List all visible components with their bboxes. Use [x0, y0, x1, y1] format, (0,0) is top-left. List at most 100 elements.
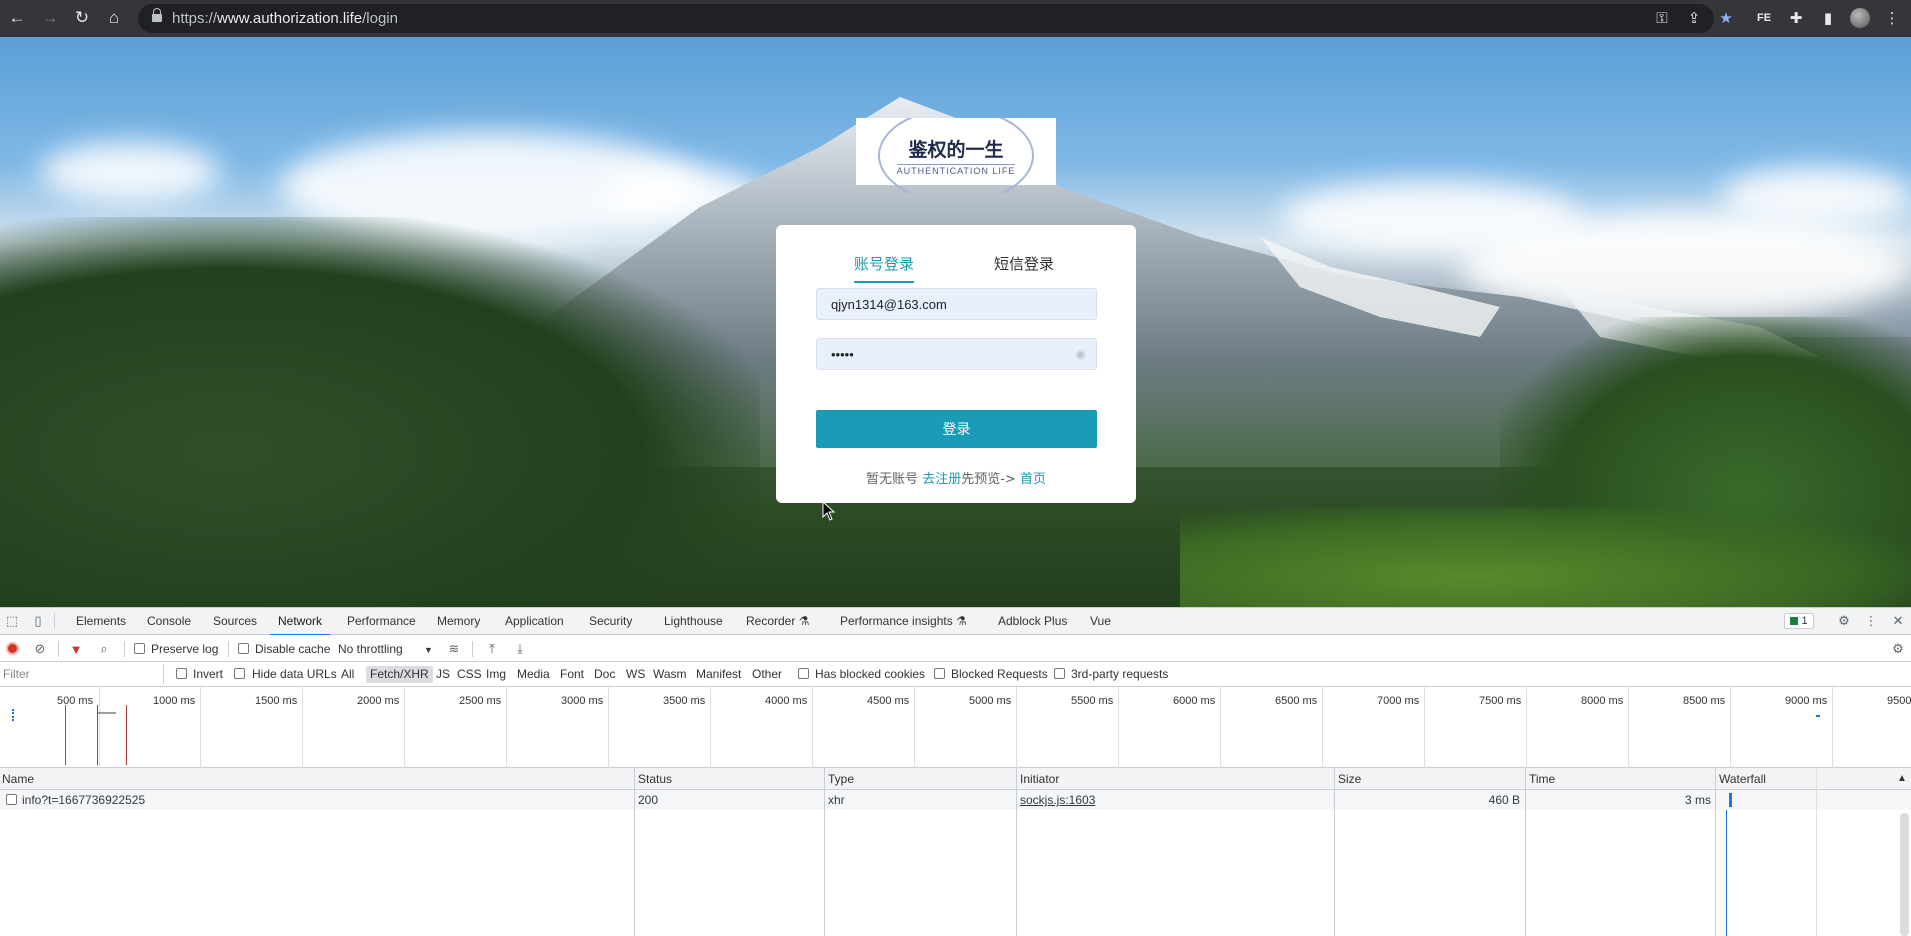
- col-name[interactable]: Name: [0, 768, 34, 790]
- share-icon[interactable]: ⇪: [1682, 6, 1706, 30]
- filter-type-doc[interactable]: Doc: [590, 666, 619, 683]
- col-status[interactable]: Status: [636, 768, 672, 790]
- blocked-requests-checkbox[interactable]: [934, 668, 945, 679]
- side-panel-icon[interactable]: ▮: [1816, 6, 1840, 30]
- key-icon[interactable]: ⚿: [1650, 6, 1674, 30]
- timeline-tick: 2000 ms: [357, 695, 400, 707]
- reload-icon[interactable]: ↻: [70, 6, 94, 30]
- filter-type-wasm[interactable]: Wasm: [649, 666, 691, 683]
- col-waterfall[interactable]: Waterfall: [1717, 768, 1766, 790]
- home-link[interactable]: 首页: [1020, 472, 1046, 487]
- tab-performance[interactable]: Performance: [347, 608, 416, 635]
- filter-input[interactable]: Filter: [0, 664, 164, 684]
- devtools-menu-icon[interactable]: ⋮: [1863, 613, 1879, 629]
- close-devtools-icon[interactable]: ✕: [1890, 613, 1906, 629]
- menu-kebab-icon[interactable]: ⋮: [1880, 6, 1904, 30]
- tab-account-login[interactable]: 账号登录: [854, 253, 915, 283]
- back-arrow-icon[interactable]: ←: [5, 6, 29, 30]
- filter-type-css[interactable]: CSS: [453, 666, 486, 683]
- password-input[interactable]: ••••• ◉: [816, 338, 1097, 370]
- filter-type-img[interactable]: Img: [482, 666, 510, 683]
- third-party-checkbox[interactable]: [1054, 668, 1065, 679]
- export-har-icon[interactable]: ⤓: [512, 641, 528, 657]
- tab-sources[interactable]: Sources: [213, 608, 257, 635]
- filter-type-js[interactable]: JS: [432, 666, 454, 683]
- invert-checkbox[interactable]: [176, 668, 187, 679]
- hide-data-urls-checkbox[interactable]: [234, 668, 245, 679]
- timeline-tick: 4000 ms: [765, 695, 808, 707]
- filter-type-font[interactable]: Font: [556, 666, 588, 683]
- username-input[interactable]: qjyn1314@163.com: [816, 288, 1097, 320]
- login-card: 账号登录 短信登录 qjyn1314@163.com ••••• ◉ 登录 暂无…: [776, 225, 1136, 503]
- tab-console[interactable]: Console: [147, 608, 191, 635]
- network-settings-icon[interactable]: ⚙: [1890, 641, 1906, 657]
- import-har-icon[interactable]: ⤒: [484, 641, 500, 657]
- inspect-element-icon[interactable]: ⬚: [4, 613, 20, 629]
- extensions-puzzle-icon[interactable]: ✚: [1784, 6, 1808, 30]
- lock-icon: [152, 8, 162, 24]
- col-time[interactable]: Time: [1527, 768, 1555, 790]
- issues-badge[interactable]: 1: [1784, 613, 1814, 629]
- site-logo: 鉴权的一生 AUTHENTICATION LIFE: [856, 118, 1056, 193]
- bookmark-star-icon[interactable]: ★: [1714, 6, 1738, 30]
- network-overview-timeline[interactable]: 500 ms 1000 ms 1500 ms 2000 ms 2500 ms 3…: [0, 687, 1911, 768]
- filter-type-media[interactable]: Media: [513, 666, 554, 683]
- request-name[interactable]: info?t=1667736922525: [22, 790, 145, 810]
- invert-label: Invert: [193, 667, 224, 681]
- throttling-select[interactable]: No throttling ▼: [338, 642, 433, 656]
- filter-type-fetch-xhr[interactable]: Fetch/XHR: [366, 666, 433, 683]
- filter-funnel-icon[interactable]: ▼: [68, 641, 84, 657]
- tab-performance-insights[interactable]: Performance insights ⚗: [840, 608, 967, 635]
- tab-recorder[interactable]: Recorder ⚗: [746, 608, 809, 635]
- tab-security[interactable]: Security: [589, 608, 632, 635]
- col-initiator[interactable]: Initiator: [1018, 768, 1059, 790]
- col-size[interactable]: Size: [1336, 768, 1361, 790]
- tab-memory[interactable]: Memory: [437, 608, 480, 635]
- flask-icon: ⚗: [956, 614, 967, 628]
- network-conditions-icon[interactable]: ≋: [446, 641, 462, 657]
- device-toolbar-icon[interactable]: ▯: [30, 613, 46, 629]
- timeline-request-marks: [12, 709, 20, 721]
- disable-cache-checkbox[interactable]: [238, 643, 249, 654]
- devtools-panel: ⬚ ▯ Elements Console Sources Network Per…: [0, 607, 1911, 936]
- timeline-load-line: [126, 705, 127, 765]
- address-bar[interactable]: https://www.authorization.life/login: [138, 4, 1714, 33]
- logo-title: 鉴权的一生: [908, 139, 1004, 161]
- request-initiator-link[interactable]: sockjs.js:1603: [1020, 790, 1095, 810]
- forward-arrow-icon[interactable]: →: [38, 6, 62, 30]
- settings-gear-icon[interactable]: ⚙: [1836, 613, 1852, 629]
- login-button[interactable]: 登录: [816, 410, 1097, 448]
- tab-vue[interactable]: Vue: [1090, 608, 1111, 635]
- fe-extension-icon[interactable]: FE: [1752, 6, 1776, 30]
- timeline-tick: 9500: [1887, 695, 1911, 707]
- timeline-tick: 3500 ms: [663, 695, 706, 707]
- filter-type-manifest[interactable]: Manifest: [692, 666, 745, 683]
- table-row[interactable]: info?t=1667736922525 200 xhr sockjs.js:1…: [0, 790, 1911, 810]
- search-icon[interactable]: ⌕: [96, 641, 112, 657]
- sort-up-icon[interactable]: ▲: [1895, 768, 1907, 790]
- tab-lighthouse[interactable]: Lighthouse: [664, 608, 723, 635]
- tab-elements[interactable]: Elements: [76, 608, 126, 635]
- home-icon[interactable]: ⌂: [102, 6, 126, 30]
- timeline-domcontentloaded-line: [65, 705, 66, 765]
- tab-adblock-plus[interactable]: Adblock Plus: [998, 608, 1067, 635]
- timeline-tick: 8000 ms: [1581, 695, 1624, 707]
- has-blocked-cookies-checkbox[interactable]: [798, 668, 809, 679]
- browser-toolbar: ← → ↻ ⌂ https://www.authorization.life/l…: [0, 0, 1911, 37]
- tab-sms-login[interactable]: 短信登录: [994, 253, 1054, 274]
- scrollbar[interactable]: [1900, 813, 1909, 936]
- tab-application[interactable]: Application: [505, 608, 564, 635]
- clear-icon[interactable]: ⊘: [32, 641, 48, 657]
- col-type[interactable]: Type: [826, 768, 854, 790]
- record-icon[interactable]: [6, 642, 19, 655]
- filter-type-other[interactable]: Other: [748, 666, 786, 683]
- tab-network[interactable]: Network: [269, 608, 331, 636]
- timeline-tick: 6000 ms: [1173, 695, 1216, 707]
- eye-icon[interactable]: ◉: [1076, 347, 1086, 361]
- register-link[interactable]: 去注册: [922, 472, 961, 487]
- row-select-checkbox[interactable]: [6, 794, 17, 805]
- filter-type-ws[interactable]: WS: [622, 666, 649, 683]
- filter-type-all[interactable]: All: [337, 666, 358, 683]
- profile-avatar[interactable]: [1848, 6, 1872, 30]
- preserve-log-checkbox[interactable]: [134, 643, 145, 654]
